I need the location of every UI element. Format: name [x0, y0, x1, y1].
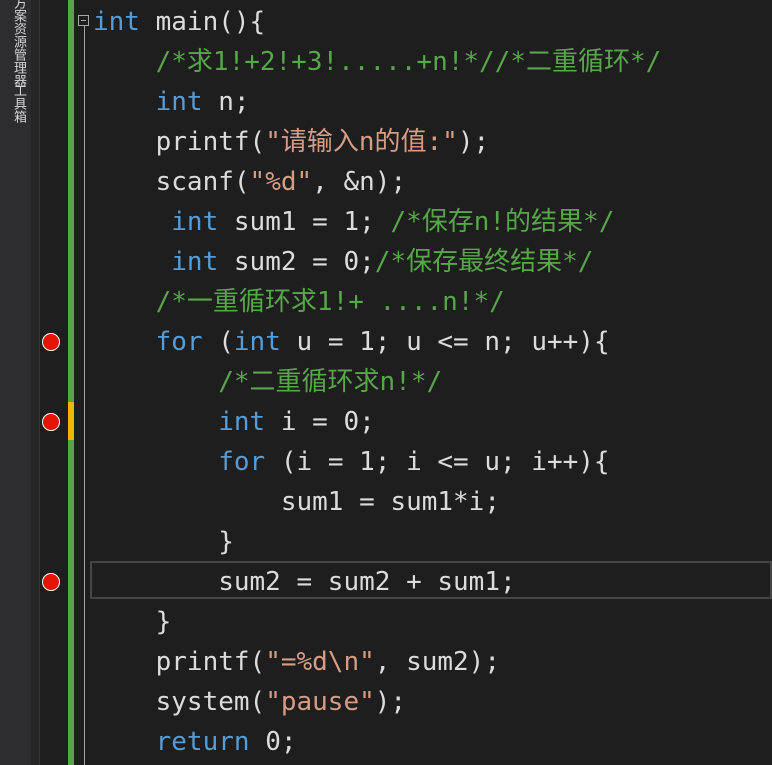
- code-token: , sum2);: [374, 647, 500, 677]
- keyword-token: for: [218, 447, 266, 477]
- code-line[interactable]: printf("=%d\n", sum2);: [93, 642, 500, 682]
- solution-explorer-tab[interactable]: 方案资源管理器: [8, 0, 26, 87]
- code-line[interactable]: /*求1!+2!+3!.....+n!*//*二重循环*/: [93, 42, 662, 82]
- fold-guide-line: [84, 26, 85, 765]
- change-tracking-bar: [68, 0, 74, 765]
- string-token: "pause": [265, 687, 375, 717]
- code-token: main(){: [139, 7, 266, 37]
- code-token: , &n);: [312, 167, 407, 197]
- code-line[interactable]: /*一重循环求1!+ ....n!*/: [93, 282, 505, 322]
- code-token: sum1 = sum1*i;: [93, 487, 500, 517]
- code-token: sum2 = sum2 + sum1;: [93, 567, 516, 597]
- code-line[interactable]: int i = 0;: [93, 402, 375, 442]
- breakpoint-icon[interactable]: [42, 573, 60, 591]
- keyword-token: int: [93, 7, 140, 37]
- keyword-token: int: [171, 207, 219, 237]
- code-token: sum1 = 1;: [218, 207, 391, 237]
- code-token: }: [93, 607, 172, 637]
- code-line[interactable]: for (int u = 1; u <= n; u++){: [93, 322, 610, 362]
- code-line[interactable]: scanf("%d", &n);: [93, 162, 406, 202]
- code-line[interactable]: }: [93, 602, 172, 642]
- keyword-token: int: [171, 247, 219, 277]
- string-token: "%d": [249, 167, 313, 197]
- code-line[interactable]: int sum2 = 0;/*保存最终结果*/: [93, 242, 593, 282]
- code-token: }: [93, 527, 234, 557]
- comment-token: /*二重循环求n!*/: [93, 367, 443, 397]
- code-line[interactable]: int main(){: [93, 2, 265, 42]
- comment-token: /*求1!+2!+3!.....+n!*//*二重循环*/: [93, 47, 662, 77]
- code-token: scanf(: [93, 167, 250, 197]
- string-token: "请输入n的值:": [265, 127, 458, 157]
- keyword-token: return: [155, 727, 250, 757]
- code-line[interactable]: int sum1 = 1; /*保存n!的结果*/: [93, 202, 614, 242]
- code-token: printf(: [93, 127, 266, 157]
- breakpoint-icon[interactable]: [42, 413, 60, 431]
- code-line[interactable]: printf("请输入n的值:");: [93, 122, 490, 162]
- code-token: i = 0;: [265, 407, 375, 437]
- code-token: 0;: [249, 727, 297, 757]
- comment-token: /*保存n!的结果*/: [390, 207, 615, 237]
- code-token: );: [374, 687, 407, 717]
- keyword-token: for: [155, 327, 203, 357]
- code-token: u = 1; u <= n; u++){: [280, 327, 610, 357]
- comment-token: /*保存最终结果*/: [374, 247, 594, 277]
- code-line[interactable]: system("pause");: [93, 682, 406, 722]
- code-token: );: [457, 127, 490, 157]
- collapse-icon[interactable]: [78, 15, 89, 26]
- string-token: "=%d\n": [265, 647, 375, 677]
- code-line[interactable]: return 0;: [93, 722, 297, 762]
- code-token: printf(: [93, 647, 266, 677]
- keyword-token: int: [233, 327, 281, 357]
- breakpoint-icon[interactable]: [42, 333, 60, 351]
- code-line[interactable]: /*二重循环求n!*/: [93, 362, 442, 402]
- code-line[interactable]: sum2 = sum2 + sum1;: [93, 562, 516, 602]
- code-token: sum2 = 0;: [218, 247, 375, 277]
- code-line[interactable]: int n;: [93, 82, 250, 122]
- code-token: system(: [93, 687, 266, 717]
- breakpoint-margin[interactable]: [40, 0, 68, 765]
- side-panel: 方案资源管理器 工具箱: [0, 0, 31, 765]
- code-line[interactable]: sum1 = sum1*i;: [93, 482, 500, 522]
- panel-divider: [31, 0, 39, 765]
- toolbox-tab[interactable]: 工具箱: [8, 84, 26, 123]
- code-token: (i = 1; i <= u; i++){: [265, 447, 610, 477]
- unsaved-change-marker: [68, 402, 74, 440]
- comment-token: /*一重循环求1!+ ....n!*/: [93, 287, 505, 317]
- code-token: n;: [202, 87, 250, 117]
- keyword-token: int: [218, 407, 266, 437]
- code-line[interactable]: for (i = 1; i <= u; i++){: [93, 442, 610, 482]
- code-line[interactable]: }: [93, 522, 234, 562]
- keyword-token: int: [155, 87, 203, 117]
- code-token: (: [202, 327, 234, 357]
